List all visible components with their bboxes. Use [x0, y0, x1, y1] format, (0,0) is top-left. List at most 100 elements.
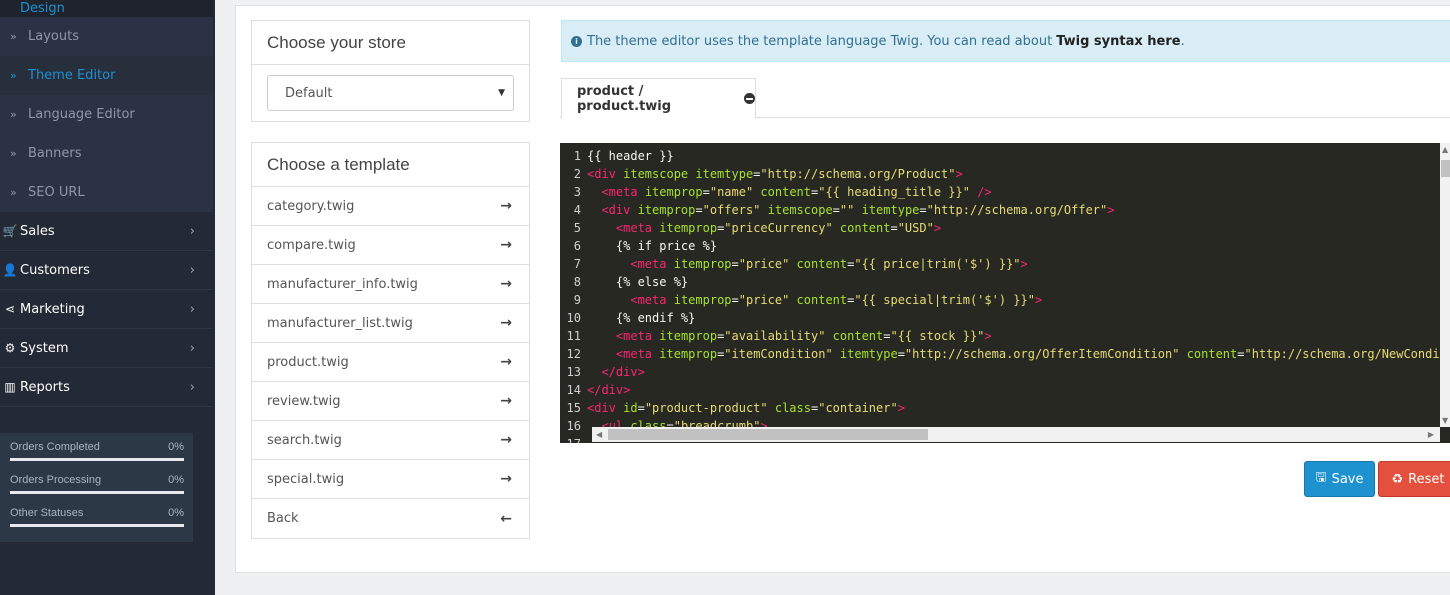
code-token: itemscope	[767, 203, 833, 217]
sidebar-subitem-banners[interactable]: » Banners	[0, 134, 213, 173]
code-token: =	[890, 221, 898, 235]
code-token: >	[984, 329, 992, 343]
template-item[interactable]: product.twig →	[252, 343, 529, 382]
sidebar-item-reports[interactable]: ▥ Reports ›	[0, 368, 213, 407]
close-tab-icon[interactable]	[744, 93, 755, 104]
code-token: content	[839, 221, 891, 235]
code-token: <meta	[615, 347, 660, 361]
arrow-right-icon: →	[500, 393, 512, 409]
template-panel-title: Choose a template	[252, 143, 529, 187]
template-item[interactable]: manufacturer_list.twig →	[252, 304, 529, 343]
template-item[interactable]: review.twig →	[252, 382, 529, 421]
double-chevron-right-icon: »	[10, 30, 17, 43]
template-item[interactable]: compare.twig →	[252, 226, 529, 265]
sidebar-subitem-language-editor[interactable]: » Language Editor	[0, 95, 213, 134]
reset-button[interactable]: ♻ Reset	[1378, 461, 1450, 497]
arrow-right-icon: →	[500, 471, 512, 487]
code-text: <meta itemprop="name" content="{{ headin…	[587, 183, 991, 201]
code-token: content	[796, 257, 848, 271]
code-token: "product-product"	[644, 401, 775, 415]
code-token: <meta	[615, 329, 660, 343]
stat-row: Other Statuses 0%	[10, 507, 184, 519]
template-name: review.twig	[267, 393, 341, 409]
code-line: 6 {% if price %}	[560, 237, 1450, 255]
tab-product-twig[interactable]: product / product.twig	[561, 78, 756, 119]
horizontal-scrollbar[interactable]: ◀ ▶	[592, 427, 1440, 442]
code-token: "{{ heading_title }}"	[818, 185, 978, 199]
template-item[interactable]: category.twig →	[252, 187, 529, 226]
cog-icon: ⚙	[4, 341, 16, 355]
code-token: itemprop	[644, 185, 703, 199]
stat-progress-bar	[10, 491, 184, 494]
line-number: 16	[566, 419, 581, 433]
sidebar-item-system[interactable]: ⚙ System ›	[0, 329, 213, 368]
line-number: 4	[573, 203, 581, 217]
save-button[interactable]: 🖫 Save	[1304, 461, 1375, 497]
template-name: category.twig	[267, 198, 355, 214]
code-text: <div itemprop="offers" itemscope="" item…	[587, 201, 1114, 219]
code-line: 10 {% endif %}	[560, 309, 1450, 327]
code-token: id	[623, 401, 638, 415]
sidebar-item-marketing[interactable]: ⋖ Marketing ›	[0, 290, 213, 329]
code-token: =	[731, 257, 739, 271]
recycle-icon: ♻	[1391, 471, 1404, 487]
subitem-label: Theme Editor	[28, 68, 116, 83]
alert-text: The theme editor uses the template langu…	[587, 33, 1053, 49]
subitem-label: Language Editor	[28, 107, 135, 122]
code-token: {% if price %}	[587, 239, 718, 253]
code-token: =	[702, 185, 710, 199]
code-text: {% else %}	[587, 273, 688, 291]
twig-syntax-link[interactable]: Twig syntax here	[1056, 34, 1180, 49]
code-token: =	[695, 203, 703, 217]
code-token: "availability"	[724, 329, 833, 343]
code-token: itemprop	[673, 293, 732, 307]
double-chevron-right-icon: »	[10, 147, 17, 160]
code-token: "http://schema.org/NewCondition"	[1244, 347, 1450, 361]
line-number: 7	[573, 257, 581, 271]
stat-value: 0%	[168, 507, 184, 519]
sidebar-item-sales[interactable]: 🛒 Sales ›	[0, 212, 213, 251]
subitem-label: Layouts	[28, 29, 79, 44]
sidebar-item-customers[interactable]: 👤 Customers ›	[0, 251, 213, 290]
save-label: Save	[1331, 471, 1364, 487]
code-line: 4 <div itemprop="offers" itemscope="" it…	[560, 201, 1450, 219]
subitem-label: Banners	[28, 146, 82, 161]
stat-row: Orders Processing 0%	[10, 474, 184, 486]
template-item[interactable]: search.twig →	[252, 421, 529, 460]
code-token: <div	[587, 167, 624, 181]
sidebar-subitem-layouts[interactable]: » Layouts	[0, 17, 213, 56]
sidebar-item-design[interactable]: Design	[0, 0, 213, 17]
sidebar-subitem-theme-editor[interactable]: » Theme Editor	[0, 56, 213, 95]
store-select[interactable]: Default ▼	[267, 75, 514, 111]
code-line: 11 <meta itemprop="availability" content…	[560, 327, 1450, 345]
code-token: "price"	[738, 293, 797, 307]
code-editor[interactable]: 1{{ header }} 2 <div itemscope itemtype="h…	[560, 143, 1450, 443]
code-token: "offers"	[702, 203, 768, 217]
info-alert: i The theme editor uses the template lan…	[561, 20, 1450, 62]
line-number: 17	[560, 435, 587, 443]
stat-item: Orders Processing 0%	[10, 474, 184, 507]
code-token: <meta	[601, 185, 645, 199]
line-number: 10	[566, 311, 581, 325]
template-item[interactable]: special.twig →	[252, 460, 529, 499]
code-token: <meta	[630, 293, 674, 307]
back-item[interactable]: Back ←	[252, 499, 529, 538]
code-token: >	[897, 401, 905, 415]
template-name: product.twig	[267, 354, 349, 370]
code-text: <div itemscope itemtype="http://schema.o…	[587, 165, 963, 183]
code-token: itemprop	[659, 347, 718, 361]
user-icon: 👤	[2, 263, 18, 277]
arrow-left-icon: ←	[500, 510, 512, 527]
sidebar-subitem-seo-url[interactable]: » SEO URL	[0, 173, 213, 212]
stat-value: 0%	[168, 441, 184, 453]
code-token: {% else %}	[587, 275, 689, 289]
vertical-scrollbar[interactable]: ▲ ▼	[1440, 143, 1450, 427]
code-token: "{{ price|trim('$') }}"	[854, 257, 1021, 271]
code-token: >	[1034, 293, 1043, 307]
code-line: 5 <meta itemprop = "priceCurrency" content…	[560, 219, 1450, 237]
line-number: 3	[573, 185, 581, 199]
code-line: 1 {{ header }}	[560, 147, 1450, 165]
template-item[interactable]: manufacturer_info.twig →	[252, 265, 529, 304]
